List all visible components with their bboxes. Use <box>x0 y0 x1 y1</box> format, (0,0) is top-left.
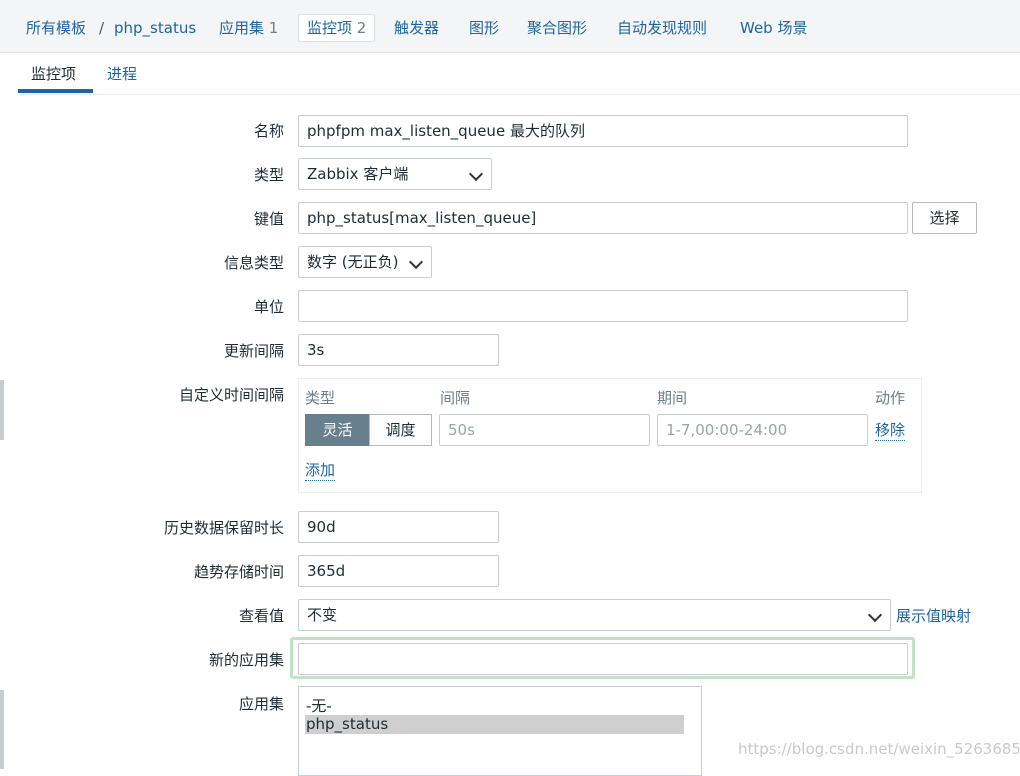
tab-triggers[interactable]: 触发器 <box>394 18 439 38</box>
show-value-label: 查看值 <box>238 607 284 625</box>
trends-input[interactable]: 365d <box>298 555 499 587</box>
tab-graphs[interactable]: 图形 <box>469 18 499 38</box>
watermark: https://blog.csdn.net/weixin_52636854 <box>738 740 1020 758</box>
add-interval-link[interactable]: 添加 <box>305 460 336 481</box>
info-type-label: 信息类型 <box>223 254 284 272</box>
left-edge-strip <box>0 380 4 440</box>
units-label: 单位 <box>253 298 284 316</box>
interval-type-flexible[interactable]: 灵活 <box>305 414 370 446</box>
name-label: 名称 <box>253 122 284 140</box>
tab-applications-count: 1 <box>268 19 279 37</box>
chevron-down-icon <box>867 607 883 623</box>
key-input[interactable]: php_status[max_listen_queue] <box>298 202 908 234</box>
tab-items[interactable]: 监控项 2 <box>298 14 376 42</box>
subtab-preprocessing[interactable]: 进程 <box>107 64 137 84</box>
interval-header-interval: 间隔 <box>440 389 471 407</box>
show-value-mappings-link[interactable]: 展示值映射 <box>896 606 971 626</box>
interval-delay-placeholder: 50s <box>448 421 475 439</box>
interval-delay-input[interactable]: 50s <box>439 414 650 446</box>
active-tab-indicator <box>18 89 93 93</box>
custom-intervals-label: 自定义时间间隔 <box>178 386 284 404</box>
update-interval-label: 更新间隔 <box>223 342 284 360</box>
interval-header-action: 动作 <box>875 389 906 407</box>
interval-type-scheduling[interactable]: 调度 <box>369 414 432 446</box>
breadcrumb-all-templates[interactable]: 所有模板 <box>26 18 86 38</box>
applications-option-none[interactable]: -无- <box>305 697 684 716</box>
tab-applications-label: 应用集 <box>219 19 265 37</box>
type-select[interactable]: Zabbix 客户端 <box>298 158 492 190</box>
left-edge-strip-lower <box>0 690 4 769</box>
breadcrumb-template[interactable]: php_status <box>114 18 196 38</box>
chevron-down-icon <box>468 166 484 182</box>
new-application-label: 新的应用集 <box>208 651 284 669</box>
subtab-item[interactable]: 监控项 <box>31 64 76 84</box>
tab-web-scenarios[interactable]: Web 场景 <box>740 18 807 38</box>
new-application-input[interactable] <box>298 643 908 675</box>
history-input[interactable]: 90d <box>298 511 499 543</box>
type-label: 类型 <box>253 166 284 184</box>
history-label: 历史数据保留时长 <box>163 519 284 537</box>
tab-discovery-rules[interactable]: 自动发现规则 <box>617 18 707 38</box>
info-type-select[interactable]: 数字 (无正负) <box>298 246 432 278</box>
tab-screens[interactable]: 聚合图形 <box>527 18 587 38</box>
applications-option-php-status[interactable]: php_status <box>305 715 684 734</box>
show-value-select-value: 不变 <box>307 606 338 624</box>
breadcrumb-separator: / <box>99 19 105 37</box>
top-nav-bar: 所有模板 / php_status 应用集 1 监控项 2 触发器 图形 聚合图… <box>0 0 1020 53</box>
interval-period-input[interactable]: 1-7,00:00-24:00 <box>657 414 868 446</box>
key-label: 键值 <box>253 210 284 228</box>
units-input[interactable] <box>298 290 908 322</box>
tab-items-label: 监控项 <box>307 19 353 37</box>
chevron-down-icon <box>408 254 424 270</box>
show-value-select[interactable]: 不变 <box>298 599 891 631</box>
tab-applications[interactable]: 应用集 1 <box>219 18 278 38</box>
name-input[interactable]: phpfpm max_listen_queue 最大的队列 <box>298 115 908 147</box>
remove-interval-link[interactable]: 移除 <box>875 420 906 441</box>
type-select-value: Zabbix 客户端 <box>307 165 409 183</box>
tab-items-count: 2 <box>356 19 367 37</box>
update-interval-input[interactable]: 3s <box>298 334 499 366</box>
trends-label: 趋势存储时间 <box>193 563 284 581</box>
interval-period-placeholder: 1-7,00:00-24:00 <box>666 421 788 439</box>
form-tabs: 监控项 进程 <box>18 52 1020 95</box>
info-type-select-value: 数字 (无正负) <box>307 253 399 271</box>
interval-header-type: 类型 <box>305 389 336 407</box>
select-key-button[interactable]: 选择 <box>912 202 977 234</box>
interval-header-period: 期间 <box>657 389 688 407</box>
applications-label: 应用集 <box>238 695 284 713</box>
applications-listbox[interactable]: -无- php_status <box>298 686 702 776</box>
